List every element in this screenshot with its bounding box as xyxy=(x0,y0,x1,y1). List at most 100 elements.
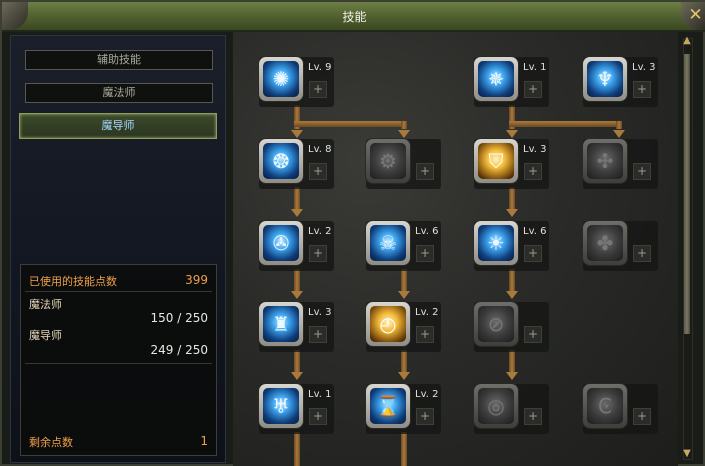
skill-level-up-button[interactable]: + xyxy=(309,245,327,262)
skill-level-up-button[interactable]: + xyxy=(524,81,542,98)
skill-icon-frame[interactable]: ⛉ xyxy=(474,139,518,183)
pillar-icon: ♜ xyxy=(263,306,299,342)
skill-icon-frame[interactable]: ♜ xyxy=(259,302,303,346)
skill-slot[interactable]: ❂ Lv. 8 + xyxy=(259,139,334,189)
tree-connector xyxy=(294,432,300,466)
skill-level-up-button[interactable]: + xyxy=(633,245,651,262)
class2-points-value: 249 / 250 xyxy=(150,343,208,357)
arrow-down-icon xyxy=(291,372,303,380)
skill-icon-frame[interactable]: ☠ xyxy=(366,221,410,265)
bird-icon: ♅ xyxy=(263,388,299,424)
star-flare-icon: ✵ xyxy=(478,61,514,97)
tree-connector xyxy=(509,350,515,372)
orb-burst-icon: ✺ xyxy=(263,61,299,97)
skill-icon-frame[interactable]: ☀ xyxy=(474,221,518,265)
locked-swirl-icon: ✣ xyxy=(587,143,623,179)
class1-points-label: 魔法师 xyxy=(29,298,62,311)
skill-slot[interactable]: ⛉ Lv. 3 + xyxy=(474,139,549,189)
scroll-down-icon[interactable]: ▼ xyxy=(681,448,693,460)
skill-level-up-button[interactable]: + xyxy=(416,408,434,425)
scroll-up-icon[interactable]: ▲ xyxy=(681,35,693,47)
skill-slot[interactable]: ♅ Lv. 1 + xyxy=(259,384,334,434)
skull-icon: ☠ xyxy=(370,225,406,261)
skill-points-summary: 已使用的技能点数 399 魔法师 150 / 250 魔导师 249 / 250… xyxy=(20,264,217,456)
skill-level-up-button[interactable]: + xyxy=(416,163,434,180)
skill-slot[interactable]: ✵ Lv. 1 + xyxy=(474,57,549,107)
skill-slot[interactable]: ♆ Lv. 3 + xyxy=(583,57,658,107)
skill-level-up-button[interactable]: + xyxy=(524,163,542,180)
close-icon[interactable]: ✕ xyxy=(687,7,704,24)
skill-slot[interactable]: ⊘ + xyxy=(474,302,549,352)
skill-level-up-button[interactable]: + xyxy=(309,163,327,180)
skill-icon-frame[interactable]: ✵ xyxy=(474,57,518,101)
skill-slot[interactable]: ✺ Lv. 9 + xyxy=(259,57,334,107)
skill-icon-frame[interactable]: ⚙ xyxy=(366,139,410,183)
window-title: 技能 xyxy=(342,10,367,24)
skill-level-up-button[interactable]: + xyxy=(309,326,327,343)
divider xyxy=(25,363,212,364)
skill-level-up-button[interactable]: + xyxy=(633,163,651,180)
skill-level: Lv. 3 xyxy=(523,144,547,155)
arrow-down-icon xyxy=(398,372,410,380)
skill-icon-frame[interactable]: ◎ xyxy=(474,384,518,428)
skill-icon-frame[interactable]: ◴ xyxy=(366,302,410,346)
locked-ring-icon: ◎ xyxy=(478,388,514,424)
category-elementalist[interactable]: 魔导师 xyxy=(19,113,217,139)
tree-connector xyxy=(294,187,300,209)
skill-slot[interactable]: ✇ Lv. 2 + xyxy=(259,221,334,271)
skill-slot[interactable]: ⚙ + xyxy=(366,139,441,189)
category-panel: 辅助技能 魔法师 魔导师 已使用的技能点数 399 魔法师 150 / 250 … xyxy=(10,35,226,463)
tree-connector xyxy=(294,121,407,127)
shield-crest-icon: ⛉ xyxy=(478,143,514,179)
skill-level: Lv. 2 xyxy=(415,307,439,318)
skill-level-up-button[interactable]: + xyxy=(309,81,327,98)
locked-gear-icon: ⚙ xyxy=(370,143,406,179)
remaining-points-value: 1 xyxy=(200,434,208,448)
skill-icon-frame[interactable]: Ͼ xyxy=(583,384,627,428)
skill-level-up-button[interactable]: + xyxy=(524,245,542,262)
locked-claw-icon: ✤ xyxy=(587,225,623,261)
category-support-skills[interactable]: 辅助技能 xyxy=(25,50,213,70)
skill-slot[interactable]: ✤ + xyxy=(583,221,658,271)
skill-slot[interactable]: ◴ Lv. 2 + xyxy=(366,302,441,352)
skill-level: Lv. 1 xyxy=(308,389,332,400)
triple-orb-icon: ❂ xyxy=(263,143,299,179)
skill-level: Lv. 2 xyxy=(415,389,439,400)
clock-skull-icon: ◴ xyxy=(370,306,406,342)
skill-level-up-button[interactable]: + xyxy=(416,245,434,262)
skill-level-up-button[interactable]: + xyxy=(309,408,327,425)
skill-icon-frame[interactable]: ❂ xyxy=(259,139,303,183)
skill-slot[interactable]: ◎ + xyxy=(474,384,549,434)
skill-slot[interactable]: ♜ Lv. 3 + xyxy=(259,302,334,352)
skill-icon-frame[interactable]: ✇ xyxy=(259,221,303,265)
title-bar[interactable]: 技能 ✕ xyxy=(2,2,705,32)
skill-level: Lv. 3 xyxy=(308,307,332,318)
tree-connector xyxy=(401,432,407,466)
skill-level: Lv. 6 xyxy=(415,226,439,237)
arrow-down-icon xyxy=(291,130,303,138)
tree-connector xyxy=(401,269,407,291)
skill-slot[interactable]: ⌛ Lv. 2 + xyxy=(366,384,441,434)
skill-level: Lv. 6 xyxy=(523,226,547,237)
arrow-down-icon xyxy=(506,291,518,299)
skill-icon-frame[interactable]: ⊘ xyxy=(474,302,518,346)
skill-icon-frame[interactable]: ♅ xyxy=(259,384,303,428)
skill-icon-frame[interactable]: ⌛ xyxy=(366,384,410,428)
skill-level-up-button[interactable]: + xyxy=(524,326,542,343)
skill-icon-frame[interactable]: ✣ xyxy=(583,139,627,183)
skill-icon-frame[interactable]: ♆ xyxy=(583,57,627,101)
skill-icon-frame[interactable]: ✤ xyxy=(583,221,627,265)
skill-icon-frame[interactable]: ✺ xyxy=(259,57,303,101)
scrollbar-thumb[interactable] xyxy=(684,54,690,334)
skill-slot[interactable]: Ͼ + xyxy=(583,384,658,434)
skill-slot[interactable]: ☀ Lv. 6 + xyxy=(474,221,549,271)
skill-level-up-button[interactable]: + xyxy=(633,81,651,98)
skill-level-up-button[interactable]: + xyxy=(416,326,434,343)
skill-level-up-button[interactable]: + xyxy=(633,408,651,425)
skill-slot[interactable]: ☠ Lv. 6 + xyxy=(366,221,441,271)
arrow-down-icon xyxy=(398,291,410,299)
fan-burst-icon: ☀ xyxy=(478,225,514,261)
skill-slot[interactable]: ✣ + xyxy=(583,139,658,189)
skill-level-up-button[interactable]: + xyxy=(524,408,542,425)
category-mage[interactable]: 魔法师 xyxy=(25,83,213,103)
